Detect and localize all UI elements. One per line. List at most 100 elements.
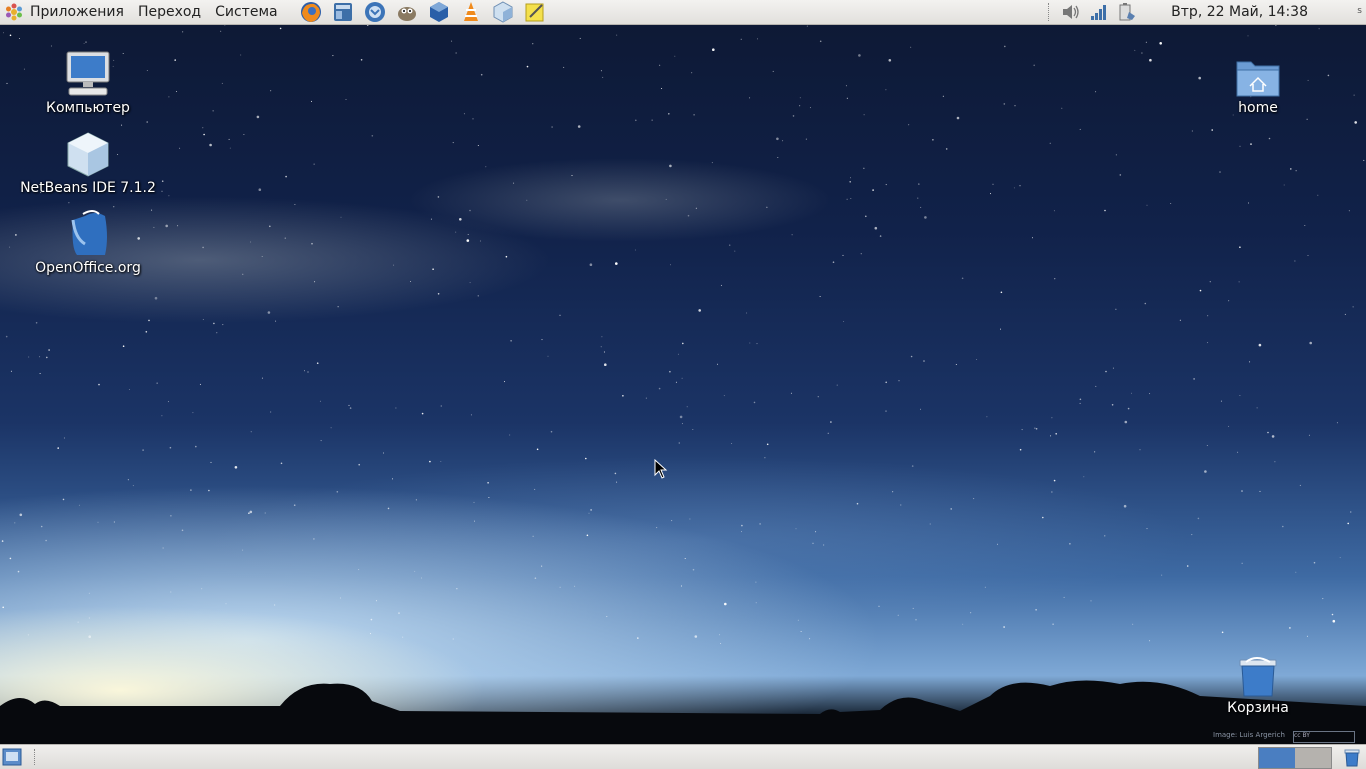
panel-handle-icon[interactable]: s [1357,6,1362,16]
star [1307,255,1309,256]
star [819,296,821,297]
star [888,59,892,62]
star [1052,623,1054,625]
star [474,520,475,522]
star [1331,613,1334,616]
star [1248,202,1249,204]
star [686,406,688,408]
star [1221,631,1224,634]
desktop-icon-home[interactable]: home [1188,46,1328,116]
virtualbox-icon[interactable] [427,1,451,23]
star [339,597,341,599]
star [161,415,163,417]
thunderbird-icon[interactable] [363,1,387,23]
star [997,543,998,545]
star [393,264,395,266]
star [285,175,287,178]
star [749,342,751,344]
star [429,460,431,463]
star [440,461,442,462]
star [550,430,553,433]
star [863,167,865,169]
star [3,32,4,34]
netbeans-cube-icon [62,126,114,178]
star [1241,562,1243,564]
desktop-icon-trash[interactable]: Корзина [1188,646,1328,716]
file-manager-icon[interactable] [331,1,355,23]
star [248,512,250,514]
star [463,113,465,115]
panel-drag-handle[interactable] [34,749,38,765]
menu-places[interactable]: Переход [131,0,208,24]
star [858,54,861,57]
star [865,215,867,218]
netbeans-icon[interactable] [491,1,515,23]
star [421,577,422,579]
star [1179,319,1181,321]
menu-applications[interactable]: Приложения [0,0,131,24]
star [675,381,677,383]
star [414,570,416,572]
star [311,100,312,102]
clock[interactable]: Втр, 22 Май, 14:38 [1171,4,1308,20]
star [740,38,742,40]
star [764,457,766,459]
show-desktop-button[interactable] [2,748,22,766]
volume-icon[interactable] [1060,1,1082,23]
desktop[interactable]: Image: Luis Argerich cc BY Компьютер Net… [0,0,1366,768]
gimp-icon[interactable] [395,1,419,23]
star [97,521,99,523]
star [1146,528,1148,530]
firefox-icon[interactable] [299,1,323,23]
star [337,306,339,308]
star [1051,491,1053,493]
star [479,240,481,242]
star [250,241,252,243]
trash-applet-icon[interactable] [1342,747,1362,767]
star [348,404,350,406]
star [170,515,172,517]
star [1149,58,1152,62]
star [845,85,847,87]
star [1268,137,1271,140]
star [674,55,676,57]
menu-system[interactable]: Система [208,0,284,24]
star [132,485,134,487]
star [970,612,972,614]
star [782,140,784,142]
star [371,135,374,137]
star [669,370,671,373]
star [885,89,887,91]
trash-icon [1232,646,1284,698]
star [692,568,695,571]
star [469,282,471,284]
star [832,261,835,264]
network-icon[interactable] [1088,1,1110,23]
star [208,489,210,492]
star [358,569,360,571]
notes-icon[interactable] [523,1,547,23]
star [711,162,713,164]
desktop-icon-computer[interactable]: Компьютер [18,46,158,116]
star [1003,626,1005,628]
star [9,246,11,248]
star [532,43,534,45]
star [1313,561,1316,564]
star [1275,25,1277,26]
star [1207,315,1209,317]
workspace-1[interactable] [1259,748,1295,768]
star [1237,451,1239,453]
star [534,488,536,490]
star [261,377,263,379]
star [88,617,90,619]
star [661,88,663,89]
desktop-icon-openoffice[interactable]: OpenOffice.org [18,206,158,276]
battery-icon[interactable] [1116,1,1138,23]
vlc-icon[interactable] [459,1,483,23]
desktop-icon-netbeans[interactable]: NetBeans IDE 7.1.2 [18,126,158,196]
star [466,239,470,242]
workspace-2[interactable] [1295,748,1331,768]
star [1294,260,1296,262]
star [402,636,404,638]
star [604,363,607,367]
